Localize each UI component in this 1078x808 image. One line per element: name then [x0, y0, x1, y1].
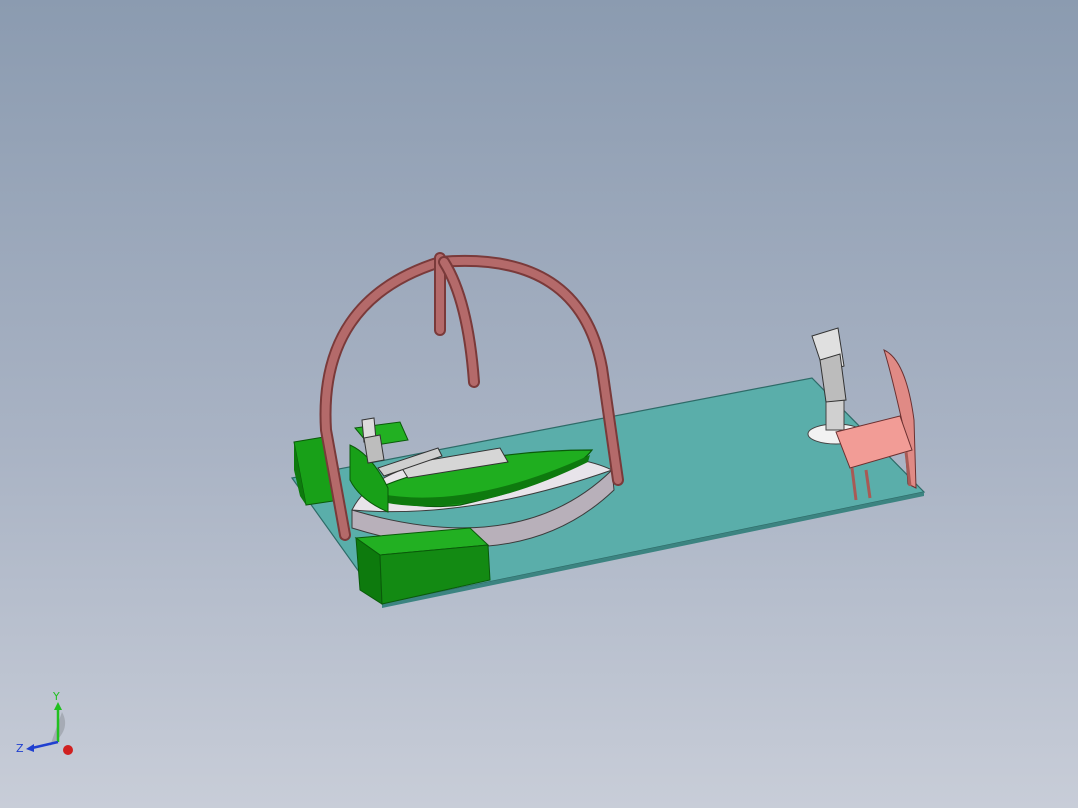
- y-axis-label: Y: [52, 690, 60, 703]
- axis-triad[interactable]: Y Z: [10, 686, 90, 766]
- z-axis-icon: [31, 740, 59, 750]
- graphics-viewport[interactable]: Y Z: [0, 0, 1078, 808]
- cad-model[interactable]: [0, 0, 1078, 808]
- z-axis-label: Z: [16, 742, 24, 755]
- green-block-front[interactable]: [354, 527, 491, 605]
- z-axis-arrow-icon: [26, 744, 34, 752]
- x-axis-dot-icon: [63, 745, 73, 755]
- y-axis-arrow-icon: [54, 702, 62, 710]
